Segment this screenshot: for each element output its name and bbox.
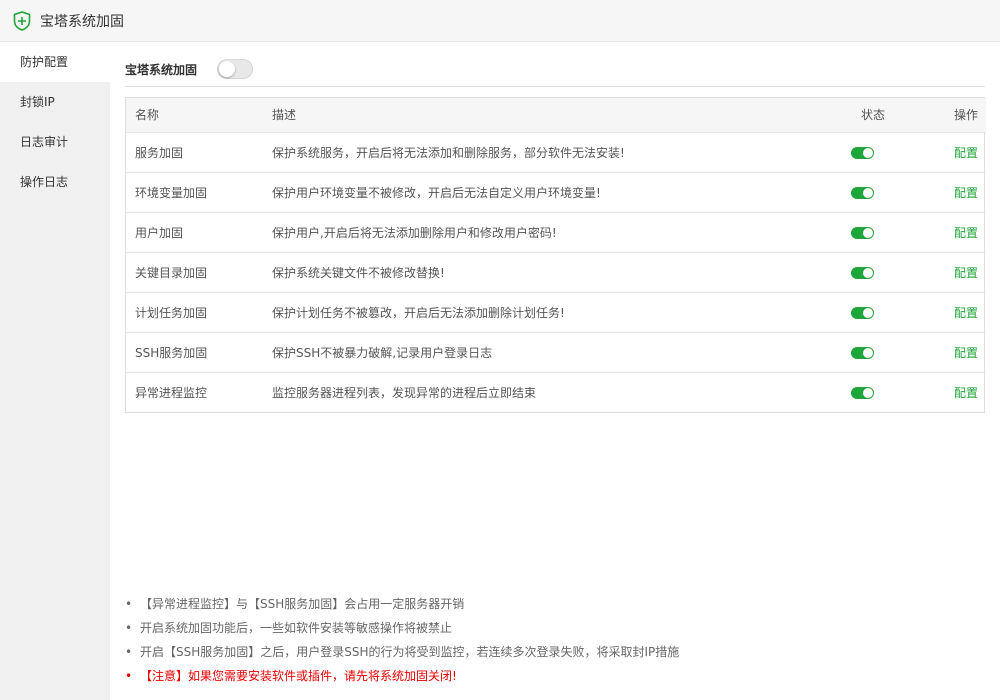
rule-status-toggle[interactable] [851, 266, 874, 279]
master-toggle-switch[interactable] [217, 59, 254, 79]
rule-status-toggle[interactable] [851, 146, 874, 159]
note-item: 开启系统加固功能后，一些如软件安装等敏感操作将被禁止 [125, 616, 985, 640]
rule-name: SSH服务加固 [135, 345, 208, 360]
table-row: 计划任务加固 保护计划任务不被篡改，开启后无法添加删除计划任务! 配置 [126, 292, 986, 332]
col-header-status: 状态 [861, 108, 886, 123]
main-panel: 宝塔系统加固 名称 描述 状态 操作 服务加固 保护系统服务，开启后将无法添加和… [110, 42, 1000, 700]
col-header-desc: 描述 [272, 108, 297, 123]
col-header-action: 操作 [953, 108, 978, 123]
rule-name: 关键目录加固 [135, 265, 208, 280]
rule-desc: 保护SSH不被暴力破解,记录用户登录日志 [272, 345, 493, 360]
configure-link[interactable]: 配置 [954, 266, 978, 280]
title-bar: 宝塔系统加固 [0, 0, 1000, 42]
configure-link[interactable]: 配置 [954, 346, 978, 360]
toggle-knob [863, 147, 873, 158]
shield-plus-icon [12, 10, 32, 31]
sidebar-item-log-audit[interactable]: 日志审计 [0, 122, 110, 162]
rule-status-toggle[interactable] [851, 226, 874, 239]
table-row: 环境变量加固 保护用户环境变量不被修改，开启后无法自定义用户环境变量! 配置 [126, 172, 986, 212]
toggle-knob [863, 387, 873, 398]
app-title: 宝塔系统加固 [40, 13, 124, 30]
rule-status-toggle[interactable] [851, 386, 874, 399]
table-row: 异常进程监控 监控服务器进程列表，发现异常的进程后立即结束 配置 [126, 372, 986, 412]
configure-link[interactable]: 配置 [954, 146, 978, 160]
configure-link[interactable]: 配置 [954, 306, 978, 320]
sidebar-item-protection-config[interactable]: 防护配置 [0, 42, 110, 82]
rules-table: 名称 描述 状态 操作 服务加固 保护系统服务，开启后将无法添加和删除服务，部分… [125, 97, 986, 413]
rule-status-toggle[interactable] [851, 346, 874, 359]
rule-name: 异常进程监控 [135, 385, 208, 400]
table-row: 关键目录加固 保护系统关键文件不被修改替换! 配置 [126, 252, 986, 292]
toggle-knob [863, 347, 873, 358]
toggle-knob [219, 61, 236, 77]
table-row: 用户加固 保护用户,开启后将无法添加删除用户和修改用户密码! 配置 [126, 212, 986, 252]
master-toggle-row: 宝塔系统加固 [125, 52, 985, 87]
toggle-knob [863, 307, 873, 318]
configure-link[interactable]: 配置 [954, 226, 978, 240]
rule-name: 用户加固 [135, 225, 184, 240]
note-item: 开启【SSH服务加固】之后，用户登录SSH的行为将受到监控，若连续多次登录失败，… [125, 640, 985, 664]
rule-status-toggle[interactable] [851, 306, 874, 319]
sidebar-item-block-ip[interactable]: 封锁IP [0, 82, 110, 122]
rule-desc: 监控服务器进程列表，发现异常的进程后立即结束 [272, 385, 537, 400]
notes-list: 【异常进程监控】与【SSH服务加固】会占用一定服务器开销 开启系统加固功能后，一… [125, 592, 985, 688]
table-header-row: 名称 描述 状态 操作 [126, 98, 986, 132]
rule-desc: 保护计划任务不被篡改，开启后无法添加删除计划任务! [272, 305, 565, 320]
configure-link[interactable]: 配置 [954, 186, 978, 200]
rule-desc: 保护系统关键文件不被修改替换! [272, 265, 445, 280]
master-toggle-label: 宝塔系统加固 [125, 62, 198, 77]
col-header-name: 名称 [135, 108, 160, 123]
toggle-knob [863, 227, 873, 238]
rule-name: 服务加固 [135, 145, 184, 160]
rule-desc: 保护用户,开启后将无法添加删除用户和修改用户密码! [272, 225, 557, 240]
toggle-knob [863, 267, 873, 278]
rule-name: 计划任务加固 [135, 305, 208, 320]
rule-status-toggle[interactable] [851, 186, 874, 199]
configure-link[interactable]: 配置 [954, 386, 978, 400]
sidebar: 防护配置 封锁IP 日志审计 操作日志 [0, 42, 110, 700]
rule-desc: 保护用户环境变量不被修改，开启后无法自定义用户环境变量! [272, 185, 601, 200]
rule-name: 环境变量加固 [135, 185, 208, 200]
warning-note: 【注意】如果您需要安装软件或插件，请先将系统加固关闭! [125, 664, 985, 688]
rule-desc: 保护系统服务，开启后将无法添加和删除服务，部分软件无法安装! [272, 145, 625, 160]
note-item: 【异常进程监控】与【SSH服务加固】会占用一定服务器开销 [125, 592, 985, 616]
table-row: SSH服务加固 保护SSH不被暴力破解,记录用户登录日志 配置 [126, 332, 986, 372]
table-row: 服务加固 保护系统服务，开启后将无法添加和删除服务，部分软件无法安装! 配置 [126, 132, 986, 172]
sidebar-item-operation-log[interactable]: 操作日志 [0, 162, 110, 202]
toggle-knob [863, 187, 873, 198]
